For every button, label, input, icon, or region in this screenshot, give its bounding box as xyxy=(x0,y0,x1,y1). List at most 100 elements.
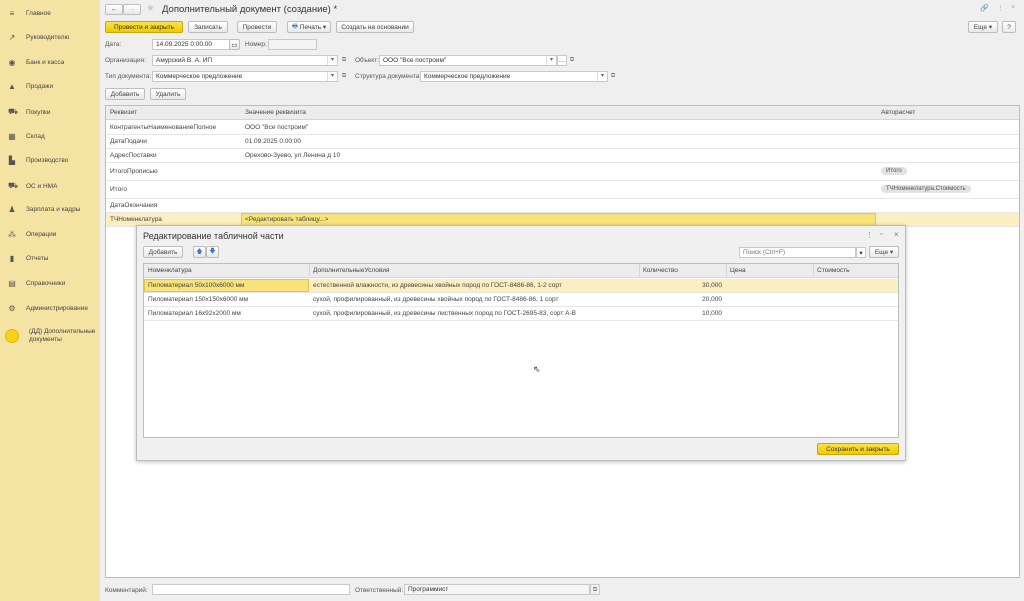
column-header[interactable]: Цена xyxy=(730,267,809,274)
sidebar-item[interactable]: ≡ Главное xyxy=(8,9,51,18)
column-header[interactable]: Количество xyxy=(643,267,722,274)
doctype-field[interactable]: Коммерческое предложение ▾ xyxy=(152,71,338,82)
open-icon[interactable]: ⧉ xyxy=(590,584,600,595)
search-input[interactable] xyxy=(739,247,856,258)
sidebar-item-label: ОС и НМА xyxy=(26,182,58,190)
sidebar-item-label: Склад xyxy=(26,133,45,140)
sidebar-item[interactable]: ⁂ Операции xyxy=(8,230,56,239)
sidebar-item-label: Операции xyxy=(26,231,57,238)
move-up-icon[interactable]: 🡅 xyxy=(193,246,206,258)
table-header: Реквизит Значение реквизита Авторасчет xyxy=(106,106,1019,120)
help-button[interactable]: ? xyxy=(1002,21,1016,33)
dropdown-icon[interactable]: ▾ xyxy=(597,72,607,81)
add-row-button[interactable]: Добавить xyxy=(143,246,183,258)
column-header[interactable]: Стоимость xyxy=(817,267,896,274)
search-dropdown-icon[interactable]: ▾ xyxy=(856,247,866,258)
open-icon[interactable]: ⧉ xyxy=(339,55,349,66)
sidebar-item[interactable]: (ДД) Дополнительные документы xyxy=(5,328,99,344)
forward-button[interactable]: → xyxy=(123,4,141,15)
autocalc-tag[interactable]: Итого xyxy=(881,167,907,175)
star-icon[interactable]: ★ xyxy=(146,3,155,14)
column-header-value[interactable]: Значение реквизита xyxy=(245,109,306,116)
sidebar-item[interactable]: ▮ Отчеты xyxy=(8,254,49,263)
table-row[interactable]: АдресПоставки Орехово-Зуево, ул Ленина д … xyxy=(106,149,1019,163)
table-row[interactable]: ДатаПодачи 01.09.2025 0:00:00 xyxy=(106,135,1019,149)
sidebar-item[interactable]: ▲ Продажи xyxy=(8,82,53,91)
menu-icon: ≡ xyxy=(9,9,15,18)
organization-field[interactable]: Амурский В. А. ИП ▾ xyxy=(152,55,338,66)
link-icon[interactable]: 🔗 xyxy=(980,4,989,12)
maximize-icon[interactable]: ▫ xyxy=(880,231,882,238)
attribute-name: ИтогоПрописью xyxy=(110,168,158,175)
select-button[interactable]: … xyxy=(557,55,567,66)
table-row[interactable]: Пиломатериал 50х100х6000 мм естественной … xyxy=(144,279,898,293)
autocalc-tag[interactable]: ТЧНоменклатура.Стоимость xyxy=(881,185,971,193)
delete-button[interactable]: Удалить xyxy=(150,88,186,100)
trend-icon: ↗ xyxy=(8,33,16,42)
table-row[interactable]: ИтогоПрописью Итого xyxy=(106,163,1019,181)
dropdown-icon[interactable]: ▾ xyxy=(327,56,337,65)
dialog-title: Редактирование табличной части xyxy=(143,231,284,241)
sidebar-item[interactable]: ▤ Справочники xyxy=(8,279,65,288)
open-icon[interactable]: ⧉ xyxy=(608,71,618,82)
more-button[interactable]: Еще ▾ xyxy=(968,21,998,33)
calendar-icon[interactable]: ▭ xyxy=(229,39,240,50)
sidebar: ≡ Главное ↗ Руководителю ◉ Банк и касса ▲ Прода… xyxy=(0,0,100,601)
table-row[interactable]: Пиломатериал 16х92х2000 мм сухой, профили… xyxy=(144,307,898,321)
sidebar-item[interactable]: ◉ Банк и касса xyxy=(8,58,65,67)
cell-item: Пиломатериал 16х92х2000 мм xyxy=(148,310,241,317)
column-header[interactable]: Номенклатура xyxy=(148,267,305,274)
cell-item: Пиломатериал 150х150х6000 мм xyxy=(148,296,249,303)
sidebar-item[interactable]: ↗ Руководителю xyxy=(8,33,70,42)
responsible-field[interactable]: Программист xyxy=(404,584,590,595)
column-header[interactable]: ДополнительныеУсловия xyxy=(313,267,635,274)
items-table[interactable]: Номенклатура ДополнительныеУсловия Количес… xyxy=(143,263,899,438)
sidebar-item[interactable]: ⚙ Администрирование xyxy=(8,304,88,313)
table-row[interactable]: КонтрагентыНаименованиеПолное ООО "Все по… xyxy=(106,121,1019,135)
create-based-on-button[interactable]: Создать на основании xyxy=(336,21,414,33)
structure-field[interactable]: Коммерческое предложение ▾ xyxy=(420,71,608,82)
open-icon[interactable]: ⧉ xyxy=(339,71,349,82)
dropdown-icon[interactable]: ▾ xyxy=(546,56,556,65)
open-icon[interactable]: ⧉ xyxy=(567,55,577,66)
save-button[interactable]: Записать xyxy=(188,21,228,33)
chart-icon: ▮ xyxy=(9,254,15,263)
close-icon[interactable]: × xyxy=(894,230,899,239)
save-and-close-button[interactable]: Сохранить и закрыть xyxy=(817,443,899,455)
table-row[interactable]: Пиломатериал 150х150х6000 мм сухой, профи… xyxy=(144,293,898,307)
sidebar-item-label: Банк и касса xyxy=(26,59,65,66)
comment-field[interactable] xyxy=(152,584,350,595)
more-vert-icon[interactable]: ⋮ xyxy=(866,231,873,239)
cell-cond: естественной влажности, из древесины хво… xyxy=(313,282,562,289)
more-vert-icon[interactable]: ⋮ xyxy=(997,4,1004,12)
sidebar-item[interactable]: ⛟ Покупки xyxy=(8,107,50,117)
column-header-attribute[interactable]: Реквизит xyxy=(110,109,137,116)
print-label: Печать xyxy=(299,23,322,31)
date-field[interactable]: 14.09.2025 0:00:00 xyxy=(152,39,230,50)
sidebar-item-label: (ДД) Дополнительные документы xyxy=(29,328,96,343)
post-button[interactable]: Провести xyxy=(237,21,277,33)
table-row[interactable]: Итого ТЧНоменклатура.Стоимость xyxy=(106,181,1019,199)
mouse-cursor: ⇖ xyxy=(533,364,541,374)
number-field[interactable] xyxy=(268,39,317,50)
dropdown-icon[interactable]: ▾ xyxy=(327,72,337,81)
sidebar-item-label: Производство xyxy=(26,157,69,164)
close-icon[interactable]: × xyxy=(1011,4,1015,11)
object-field[interactable]: ООО "Все построим" ▾ xyxy=(379,55,557,66)
sidebar-item[interactable]: ⛟ ОС и НМА xyxy=(8,181,57,191)
move-down-icon[interactable]: 🡇 xyxy=(206,246,219,258)
print-button[interactable]: 🖶 Печать ▾ xyxy=(287,21,331,33)
attribute-name: ДатаПодачи xyxy=(110,138,147,145)
column-header-autocalc[interactable]: Авторасчет xyxy=(881,109,915,116)
sidebar-item[interactable]: ▙ Производство xyxy=(8,156,68,165)
table-row[interactable]: ДатаОкончания xyxy=(106,199,1019,213)
add-button[interactable]: Добавить xyxy=(105,88,145,100)
post-and-close-button[interactable]: Провести и закрыть xyxy=(105,21,183,33)
structure-value: Коммерческое предложение xyxy=(424,73,511,80)
back-button[interactable]: ← xyxy=(105,4,123,15)
dialog-more-button[interactable]: Еще ▾ xyxy=(869,246,899,258)
sidebar-item[interactable]: ♟ Зарплата и кадры xyxy=(8,205,80,214)
attribute-value: ООО "Все построим" xyxy=(245,124,309,131)
sidebar-item[interactable]: ▦ Склад xyxy=(8,132,45,141)
page-title: Дополнительный документ (создание) * xyxy=(162,4,338,15)
